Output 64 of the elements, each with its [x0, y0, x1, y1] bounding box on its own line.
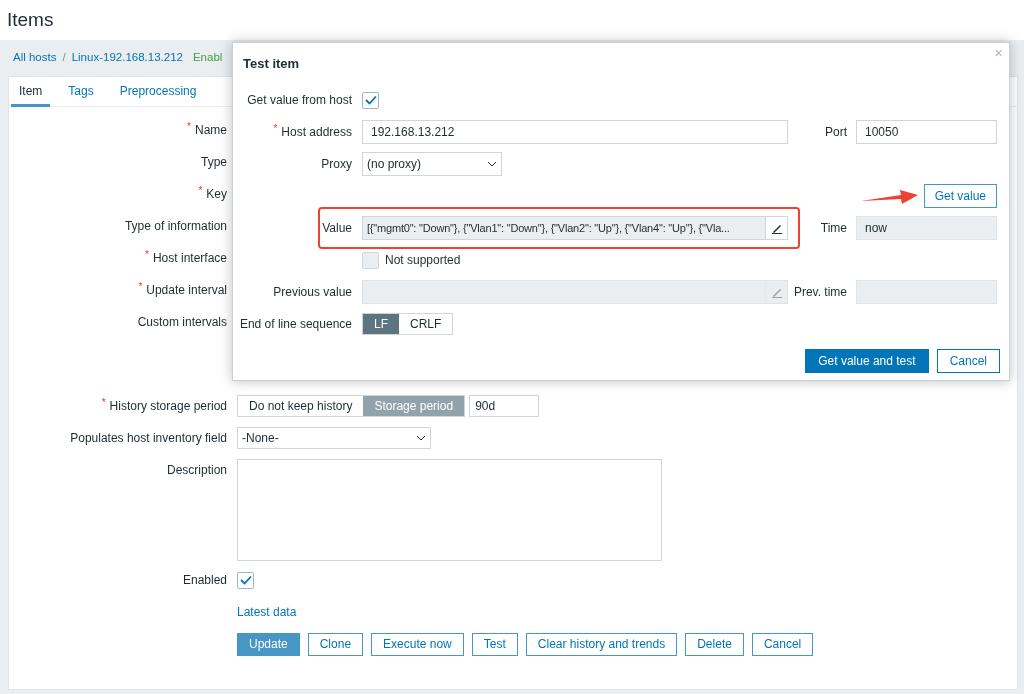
- required-marker: *: [145, 249, 149, 261]
- field-label: Update interval: [146, 282, 227, 299]
- required-marker: *: [187, 121, 191, 133]
- field-label: Host interface: [152, 250, 227, 267]
- field-label: Custom intervals: [137, 314, 227, 331]
- select-field[interactable]: -None-: [237, 427, 431, 449]
- field-label: Description: [166, 462, 227, 479]
- dialog-title: Test item: [243, 54, 300, 73]
- checkbox[interactable]: [362, 91, 379, 109]
- form-button[interactable]: Cancel: [751, 632, 814, 656]
- form-button[interactable]: Delete: [685, 632, 744, 656]
- checkbox[interactable]: [237, 571, 254, 589]
- input-field[interactable]: 90d: [469, 395, 540, 417]
- select-field[interactable]: (no proxy): [362, 152, 502, 176]
- field-label: Previous value: [273, 284, 352, 301]
- field-label: Key: [206, 186, 227, 203]
- field-label: End of line sequence: [239, 316, 352, 333]
- input-field[interactable]: [362, 280, 788, 304]
- breadcrumb-separator: /: [62, 50, 66, 66]
- field-label: Type: [201, 154, 227, 171]
- breadcrumb-link[interactable]: Linux-192.168.13.212: [71, 49, 183, 67]
- field-label: Type of information: [124, 218, 227, 235]
- tab[interactable]: Tags: [60, 77, 102, 107]
- get-value-button[interactable]: Get value: [923, 184, 997, 208]
- required-marker: *: [138, 281, 143, 293]
- segment-option[interactable]: LF: [363, 314, 399, 334]
- latest-data-link[interactable]: Latest data: [237, 603, 297, 621]
- field-label: Prev. time: [793, 284, 847, 301]
- field-label: Name: [195, 122, 227, 139]
- chevron-icon: [416, 435, 426, 441]
- field-label: History storage period: [109, 398, 227, 415]
- form-button[interactable]: Clear history and trends: [525, 632, 678, 656]
- field-label: Enabled: [182, 572, 227, 589]
- required-marker: *: [101, 397, 106, 409]
- chevron-icon: [487, 161, 497, 167]
- required-marker: *: [273, 123, 278, 135]
- segment-option[interactable]: Storage period: [363, 396, 465, 416]
- field-label: Value: [322, 220, 352, 237]
- form-button[interactable]: Test: [471, 632, 518, 656]
- checkbox[interactable]: [362, 251, 379, 269]
- input-field[interactable]: 192.168.13.212: [362, 120, 788, 144]
- page-title: Items: [7, 7, 54, 32]
- form-button[interactable]: Clone: [307, 632, 364, 656]
- form-button[interactable]: Execute now: [371, 632, 464, 656]
- field-label: Host address: [281, 124, 352, 141]
- tab[interactable]: Preprocessing: [111, 77, 205, 107]
- description-field[interactable]: [237, 459, 662, 561]
- tab[interactable]: Item: [11, 77, 51, 107]
- required-marker: *: [198, 185, 203, 197]
- input-field[interactable]: 10050: [856, 120, 997, 144]
- status-text: Enabl: [192, 50, 223, 66]
- checkbox-label: Not supported: [385, 252, 461, 269]
- form-button[interactable]: Update: [237, 632, 300, 656]
- field-label: Time: [820, 220, 847, 237]
- arrow-icon: [861, 189, 919, 207]
- field-label: Get value from host: [247, 92, 352, 109]
- field-label: Port: [825, 124, 847, 141]
- dialog-button[interactable]: Get value and test: [805, 349, 929, 373]
- field-label: Populates host inventory field: [70, 430, 227, 447]
- field-label: Proxy: [321, 156, 352, 173]
- breadcrumb-link[interactable]: All hosts: [13, 49, 57, 67]
- input-field[interactable]: [856, 280, 997, 304]
- dialog-button[interactable]: Cancel: [936, 349, 1000, 373]
- input-field[interactable]: now: [856, 216, 997, 240]
